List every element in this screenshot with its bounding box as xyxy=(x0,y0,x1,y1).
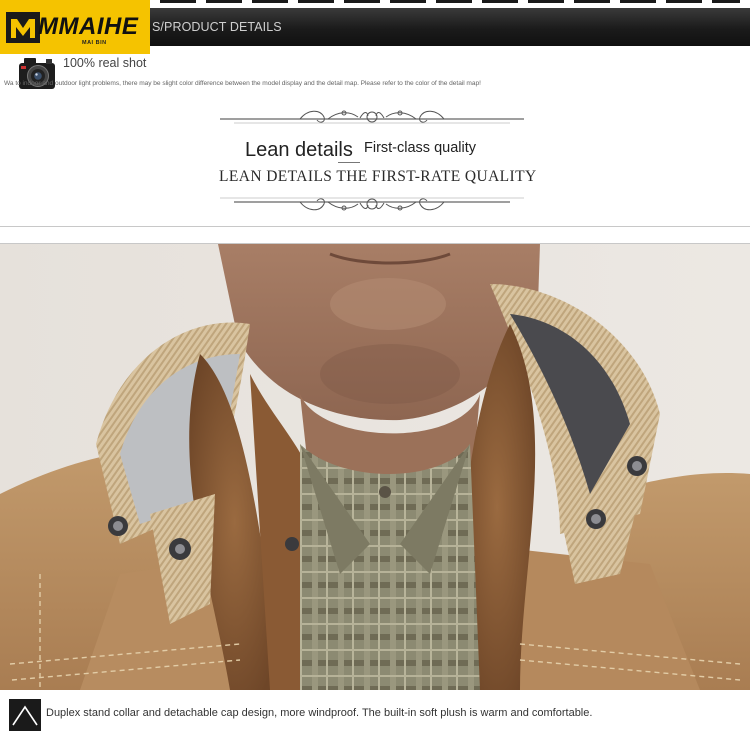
brand-name: MMAIHE xyxy=(38,13,139,40)
product-photo xyxy=(0,244,750,690)
brand-subtitle: MAI BIN xyxy=(82,40,107,46)
color-disclaimer: Wa to indoor and outdoor light problems,… xyxy=(4,80,481,87)
lean-caps-heading: LEAN DETAILS THE FIRST-RATE QUALITY xyxy=(219,168,537,185)
brand-logo[interactable]: MMAIHE MAI BIN xyxy=(0,0,150,54)
separator-upper xyxy=(0,226,750,227)
real-shot-label: 100% real shot xyxy=(63,56,147,70)
caption-text: Duplex stand collar and detachable cap d… xyxy=(46,707,593,719)
first-class-quality: First-class quality xyxy=(364,140,476,156)
caps-divider xyxy=(338,162,360,163)
m-logo-icon xyxy=(6,12,40,43)
lean-details-title: Lean details xyxy=(245,139,353,161)
ornament-top xyxy=(220,110,524,124)
ornament-bottom xyxy=(220,197,524,211)
section-title: S/PRODUCT DETAILS xyxy=(152,20,282,34)
triangle-icon xyxy=(12,705,38,726)
caption-mark xyxy=(9,699,41,731)
